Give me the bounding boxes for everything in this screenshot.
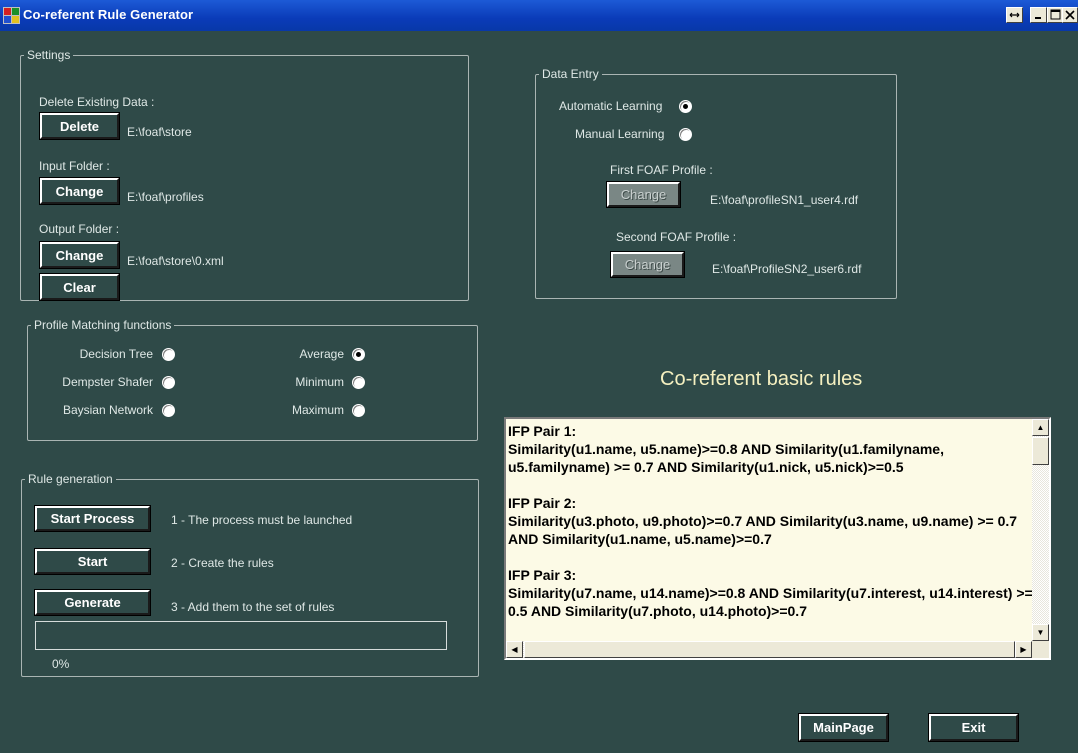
scroll-down-icon[interactable]: ▼ xyxy=(1032,624,1049,641)
second-profile-change-button[interactable]: Change xyxy=(610,251,685,278)
output-path: E:\foaf\store\0.xml xyxy=(127,254,224,268)
main-page-button[interactable]: MainPage xyxy=(798,713,889,742)
client-area: Settings Delete Existing Data : Delete E… xyxy=(10,31,1078,753)
baysian-network-radio[interactable] xyxy=(162,404,175,417)
settings-group: Settings Delete Existing Data : Delete E… xyxy=(20,48,469,301)
rules-content: IFP Pair 1: Similarity(u1.name, u5.name)… xyxy=(508,422,1033,638)
rule-pair: IFP Pair 1: Similarity(u1.name, u5.name)… xyxy=(508,422,1033,476)
progress-percent: 0% xyxy=(52,657,70,671)
restore-icon[interactable] xyxy=(1006,7,1023,23)
scroll-right-icon[interactable]: ▶ xyxy=(1015,641,1032,658)
input-change-button[interactable]: Change xyxy=(39,177,120,205)
rule-pair: IFP Pair 3: Similarity(u7.name, u14.name… xyxy=(508,566,1033,620)
average-label: Average xyxy=(299,347,344,361)
data-entry-legend: Data Entry xyxy=(542,67,599,81)
vertical-scrollbar[interactable]: ▲ ▼ xyxy=(1032,419,1049,641)
minimum-label: Minimum xyxy=(295,375,344,389)
manual-learning-label: Manual Learning xyxy=(575,127,665,141)
scroll-left-icon[interactable]: ◀ xyxy=(506,641,523,658)
second-profile-path: E:\foaf\ProfileSN2_user6.rdf xyxy=(712,262,862,276)
window-title: Co-referent Rule Generator xyxy=(23,7,194,22)
scroll-up-icon[interactable]: ▲ xyxy=(1032,419,1049,436)
horizontal-scrollbar[interactable]: ◀ ▶ xyxy=(506,641,1032,658)
dempster-shafer-label: Dempster Shafer xyxy=(62,375,153,389)
profile-matching-group: Profile Matching functions Decision Tree… xyxy=(27,318,478,441)
automatic-learning-label: Automatic Learning xyxy=(559,99,663,113)
maximum-label: Maximum xyxy=(291,403,344,417)
settings-legend: Settings xyxy=(27,48,71,62)
pair-title: IFP Pair 1: xyxy=(508,423,577,439)
minimum-radio[interactable] xyxy=(352,376,365,389)
input-folder-label: Input Folder : xyxy=(39,159,110,173)
automatic-learning-radio[interactable] xyxy=(679,100,692,113)
baysian-network-label: Baysian Network xyxy=(62,403,153,417)
close-icon[interactable] xyxy=(1062,7,1078,23)
pair-rule: Similarity(u7.name, u14.name)>=0.8 AND S… xyxy=(508,585,1033,619)
step-3-description: 3 - Add them to the set of rules xyxy=(171,600,335,614)
app-window: Co-referent Rule Generator Settings Dele… xyxy=(0,0,1078,753)
manual-learning-radio[interactable] xyxy=(679,128,692,141)
generate-button[interactable]: Generate xyxy=(34,589,151,616)
app-icon xyxy=(3,7,20,24)
input-path: E:\foaf\profiles xyxy=(127,190,204,204)
step-2-description: 2 - Create the rules xyxy=(171,556,274,570)
pair-title: IFP Pair 2: xyxy=(508,495,577,511)
scrollbar-corner xyxy=(1032,641,1049,658)
title-bar[interactable]: Co-referent Rule Generator xyxy=(0,0,1078,31)
decision-tree-label: Decision Tree xyxy=(79,347,153,361)
average-radio[interactable] xyxy=(352,348,365,361)
start-process-button[interactable]: Start Process xyxy=(34,505,151,532)
maximum-radio[interactable] xyxy=(352,404,365,417)
rules-textbox[interactable]: IFP Pair 1: Similarity(u1.name, u5.name)… xyxy=(504,417,1051,660)
pair-rule: Similarity(u3.photo, u9.photo)>=0.7 AND … xyxy=(508,513,1018,547)
rule-pair: IFP Pair 2: Similarity(u3.photo, u9.phot… xyxy=(508,494,1033,548)
first-profile-path: E:\foaf\profileSN1_user4.rdf xyxy=(710,193,859,207)
rule-generation-legend: Rule generation xyxy=(28,472,113,486)
step-1-description: 1 - The process must be launched xyxy=(171,513,353,527)
progress-bar xyxy=(35,621,447,650)
minimize-icon[interactable] xyxy=(1030,7,1047,23)
vertical-scroll-thumb[interactable] xyxy=(1032,437,1049,465)
horizontal-scroll-thumb[interactable] xyxy=(524,641,1015,658)
output-change-button[interactable]: Change xyxy=(39,241,120,269)
first-profile-label: First FOAF Profile : xyxy=(610,163,713,177)
pair-title: IFP Pair 3: xyxy=(508,567,577,583)
second-profile-label: Second FOAF Profile : xyxy=(616,230,737,244)
start-button[interactable]: Start xyxy=(34,548,151,575)
output-folder-label: Output Folder : xyxy=(39,222,120,236)
dempster-shafer-radio[interactable] xyxy=(162,376,175,389)
decision-tree-radio[interactable] xyxy=(162,348,175,361)
data-entry-group: Data Entry Automatic Learning Manual Lea… xyxy=(535,67,897,299)
first-profile-change-button[interactable]: Change xyxy=(606,181,681,208)
rules-heading: Co-referent basic rules xyxy=(660,368,863,390)
clear-button[interactable]: Clear xyxy=(39,273,120,301)
profile-matching-legend: Profile Matching functions xyxy=(34,318,172,332)
delete-path: E:\foaf\store xyxy=(127,125,192,139)
delete-existing-label: Delete Existing Data : xyxy=(39,95,155,109)
delete-button[interactable]: Delete xyxy=(39,112,120,140)
pair-rule: Similarity(u1.name, u5.name)>=0.8 AND Si… xyxy=(508,441,944,475)
exit-button[interactable]: Exit xyxy=(928,713,1019,742)
